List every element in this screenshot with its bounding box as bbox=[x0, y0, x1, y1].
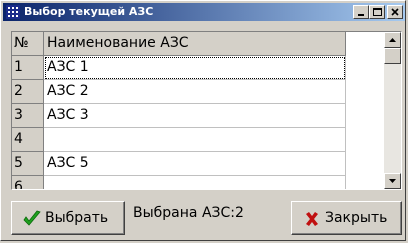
row-number: 2 bbox=[12, 80, 44, 104]
scroll-thumb[interactable] bbox=[384, 48, 401, 64]
close-button-label: Закрыть bbox=[325, 210, 388, 226]
azs-name-cell[interactable]: АЗС 5 bbox=[44, 152, 346, 176]
row-number: 1 bbox=[12, 56, 44, 80]
azs-name-cell[interactable]: АЗС 1 bbox=[44, 56, 346, 80]
azs-name-cell[interactable]: АЗС 3 bbox=[44, 104, 346, 128]
column-header-name[interactable]: Наименование АЗС bbox=[44, 32, 346, 56]
scroll-up-button[interactable] bbox=[384, 32, 401, 48]
select-button-label: Выбрать bbox=[45, 210, 109, 226]
maximize-icon bbox=[373, 8, 382, 16]
close-window-button[interactable] bbox=[387, 5, 403, 19]
table-row[interactable]: 6 bbox=[12, 176, 384, 189]
selected-azs-status: Выбрана АЗС:2 bbox=[133, 205, 244, 221]
table-row[interactable]: 5 АЗС 5 bbox=[12, 152, 384, 176]
app-icon bbox=[5, 4, 21, 20]
dialog-window: Выбор текущей АЗС № Наименование АЗС 1 А… bbox=[0, 0, 406, 241]
table-row[interactable]: 3 АЗС 3 bbox=[12, 104, 384, 128]
select-button[interactable]: Выбрать bbox=[11, 201, 125, 235]
azs-name-cell[interactable] bbox=[44, 128, 346, 152]
row-number: 4 bbox=[12, 128, 44, 152]
window-title: Выбор текущей АЗС bbox=[24, 5, 154, 18]
maximize-button[interactable] bbox=[369, 5, 385, 19]
azs-grid[interactable]: № Наименование АЗС 1 АЗС 1 2 АЗС 2 3 АЗС… bbox=[11, 31, 402, 190]
title-bar[interactable]: Выбор текущей АЗС bbox=[3, 3, 405, 21]
red-x-icon bbox=[306, 212, 318, 226]
table-row[interactable]: 1 АЗС 1 bbox=[12, 56, 384, 80]
vertical-scrollbar[interactable] bbox=[384, 32, 401, 189]
azs-name-cell[interactable]: АЗС 2 bbox=[44, 80, 346, 104]
row-number: 6 bbox=[12, 176, 44, 189]
scroll-down-button[interactable] bbox=[384, 173, 401, 189]
close-button[interactable]: Закрыть bbox=[291, 201, 402, 235]
azs-name-cell[interactable] bbox=[44, 176, 346, 189]
green-check-icon bbox=[23, 210, 41, 226]
arrow-up-icon bbox=[389, 38, 396, 42]
column-header-number[interactable]: № bbox=[12, 32, 44, 56]
minimize-button[interactable] bbox=[353, 5, 369, 19]
table-row[interactable]: 4 bbox=[12, 128, 384, 152]
row-number: 3 bbox=[12, 104, 44, 128]
table-row[interactable]: 2 АЗС 2 bbox=[12, 80, 384, 104]
arrow-down-icon bbox=[389, 179, 396, 183]
minimize-icon bbox=[358, 14, 364, 16]
row-number: 5 bbox=[12, 152, 44, 176]
close-icon bbox=[391, 8, 399, 16]
grid-header-row: № Наименование АЗС bbox=[12, 32, 384, 56]
